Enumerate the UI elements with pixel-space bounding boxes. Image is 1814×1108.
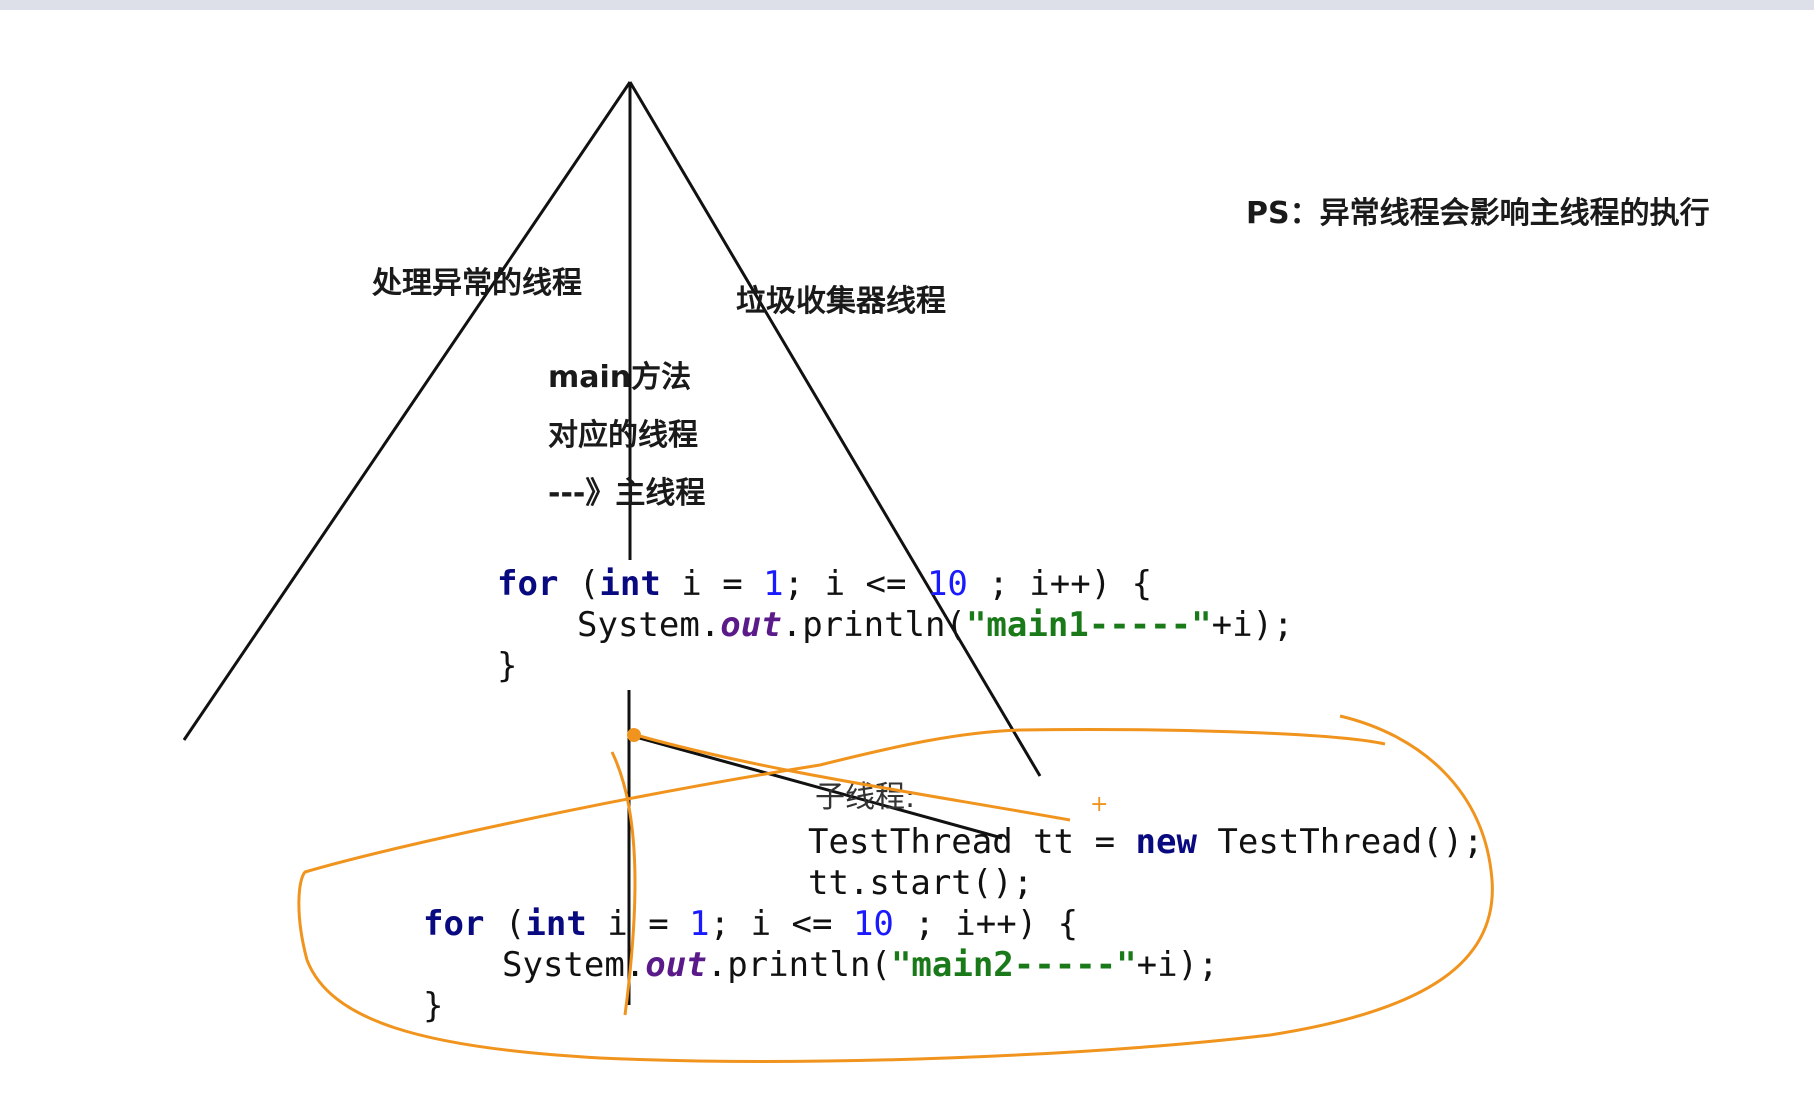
annotation-layer: + — [297, 714, 1494, 1063]
annotation-dot — [627, 728, 641, 742]
annotation-tick-line — [610, 751, 637, 1016]
annotation-ellipse — [297, 714, 1494, 1063]
annotation-cross-line — [635, 733, 1071, 822]
cursor-plus-icon: + — [1090, 792, 1108, 817]
